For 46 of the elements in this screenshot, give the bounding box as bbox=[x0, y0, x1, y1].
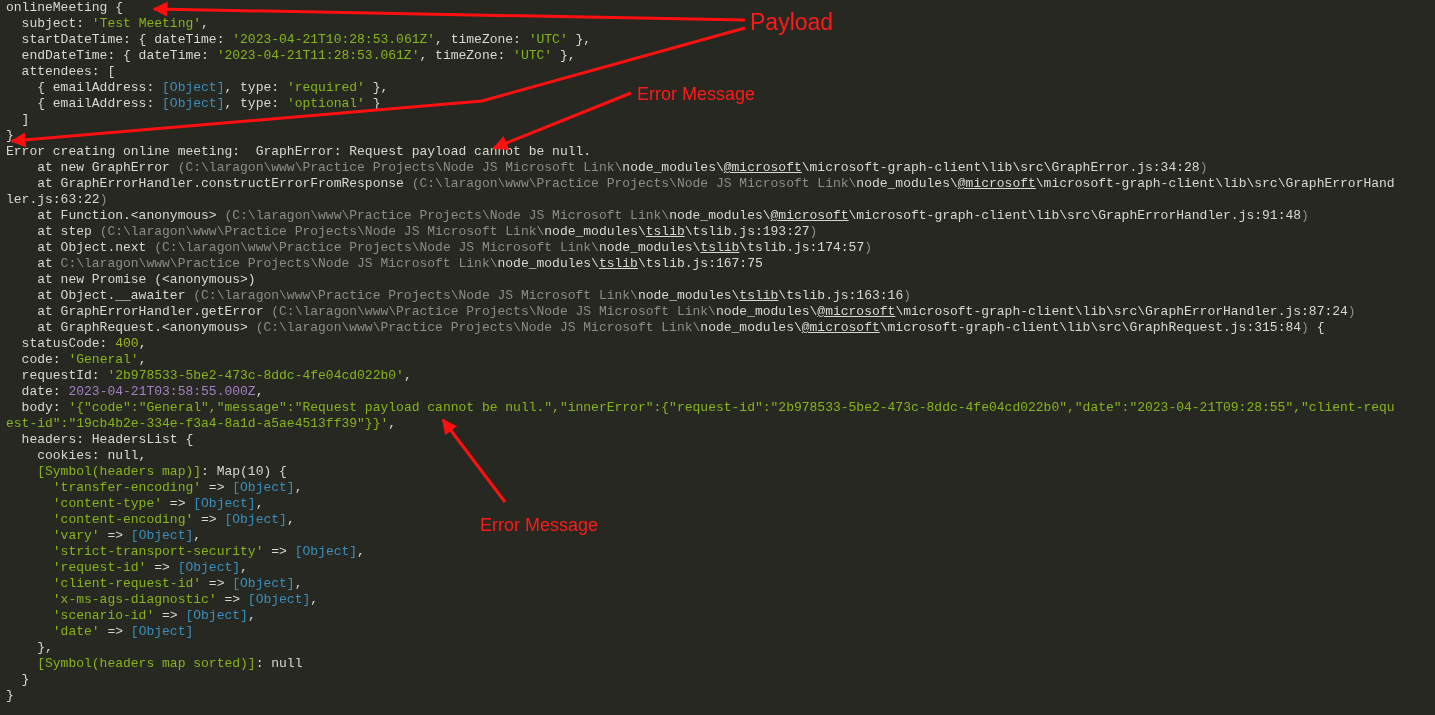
console-line: at new Promise (<anonymous>) bbox=[36, 272, 256, 288]
console-line: statusCode: 400, bbox=[20, 336, 147, 352]
console-line: 'transfer-encoding' => [Object], bbox=[51, 480, 303, 496]
annotation-label: Error Message bbox=[480, 514, 599, 536]
console-line: est-id":"19cb4b2e-334e-f3a4-8a1d-a5ae4513ff39"}}', bbox=[6, 416, 397, 432]
console-line: 'content-type' => [Object], bbox=[51, 496, 264, 512]
annotation-label: Payload bbox=[750, 8, 834, 36]
console-line: [Symbol(headers map sorted)]: null bbox=[36, 656, 303, 672]
console-line: 'client-request-id' => [Object], bbox=[51, 576, 303, 592]
console-line: code: 'General', bbox=[20, 352, 147, 368]
console-line: 'x-ms-ags-diagnostic' => [Object], bbox=[51, 592, 319, 608]
console-line: headers: HeadersList { bbox=[20, 432, 194, 448]
console-line: [Symbol(headers map)]: Map(10) { bbox=[36, 464, 287, 480]
console-line: }, bbox=[36, 640, 53, 656]
console-line: requestId: '2b978533-5be2-473c-8ddc-4fe04cd022b0', bbox=[20, 368, 412, 384]
console-line: at C:\laragon\www\Practice Projects\Node JS Microsoft Link\node_modules\tslib\tslib.js:167:75 bbox=[36, 256, 763, 272]
console-line: attendees: [ bbox=[20, 64, 116, 80]
console-line: 'request-id' => [Object], bbox=[51, 560, 248, 576]
console-line: } bbox=[6, 688, 14, 704]
console-line: at GraphRequest.<anonymous> (C:\laragon\www\Practice Projects\Node JS Microsoft Link\node_modules\@microsoft\microsoft-graph-client\lib\src\GraphRequest.js:315:84) { bbox=[36, 320, 1325, 336]
console-line: 'content-encoding' => [Object], bbox=[51, 512, 295, 528]
console-line: at Object.next (C:\laragon\www\Practice Projects\Node JS Microsoft Link\node_modules\tslib\tslib.js:174:57) bbox=[36, 240, 872, 256]
console-line: at new GraphError (C:\laragon\www\Practice Projects\Node JS Microsoft Link\node_modules\@microsoft\microsoft-graph-client\lib\src\GraphError.js:34:28) bbox=[36, 160, 1208, 176]
console-line: body: '{"code":"General","message":"Request payload cannot be null.","innerError":{"request-id":"2b978533-5be2-473c-8ddc-4fe04cd022b0","date":"2023-04-21T09:28:55","client-requ bbox=[20, 400, 1395, 416]
console-line: } bbox=[20, 672, 30, 688]
console-line: endDateTime: { dateTime: '2023-04-21T11:28:53.061Z', timeZone: 'UTC' }, bbox=[20, 48, 576, 64]
annotation-label: Error Message bbox=[637, 83, 756, 105]
console-line: at GraphErrorHandler.constructErrorFromResponse (C:\laragon\www\Practice Projects\Node JS Microsoft Link\node_modules\@microsoft\microsoft-graph-client\lib\src\GraphErrorHand bbox=[36, 176, 1395, 192]
console-line: at Function.<anonymous> (C:\laragon\www\Practice Projects\Node JS Microsoft Link\node_modules\@microsoft\microsoft-graph-client\lib\src\GraphErrorHandler.js:91:48) bbox=[36, 208, 1309, 224]
console-line: 'date' => [Object] bbox=[51, 624, 194, 640]
console-line: subject: 'Test Meeting', bbox=[20, 16, 209, 32]
console-line: at GraphErrorHandler.getError (C:\laragon\www\Practice Projects\Node JS Microsoft Link\node_modules\@microsoft\microsoft-graph-client\lib\src\GraphErrorHandler.js:87:24) bbox=[36, 304, 1356, 320]
console-line: cookies: null, bbox=[36, 448, 147, 464]
console-line: { emailAddress: [Object], type: 'required' }, bbox=[36, 80, 389, 96]
console-line: at Object.__awaiter (C:\laragon\www\Practice Projects\Node JS Microsoft Link\node_modules\tslib\tslib.js:163:16) bbox=[36, 288, 911, 304]
console-line: at step (C:\laragon\www\Practice Projects\Node JS Microsoft Link\node_modules\tslib\tslib.js:193:27) bbox=[36, 224, 818, 240]
console-line: ler.js:63:22) bbox=[6, 192, 108, 208]
console-line: date: 2023-04-21T03:58:55.000Z, bbox=[20, 384, 264, 400]
console-line: 'strict-transport-security' => [Object], bbox=[51, 544, 365, 560]
console-line: 'scenario-id' => [Object], bbox=[51, 608, 256, 624]
console-line: 'vary' => [Object], bbox=[51, 528, 202, 544]
console-line: ] bbox=[20, 112, 30, 128]
console-line: } bbox=[6, 128, 14, 144]
console-line: onlineMeeting { bbox=[6, 0, 124, 16]
console-line: startDateTime: { dateTime: '2023-04-21T10:28:53.061Z', timeZone: 'UTC' }, bbox=[20, 32, 592, 48]
console-line: Error creating online meeting: GraphError: Request payload cannot be null. bbox=[6, 144, 592, 160]
